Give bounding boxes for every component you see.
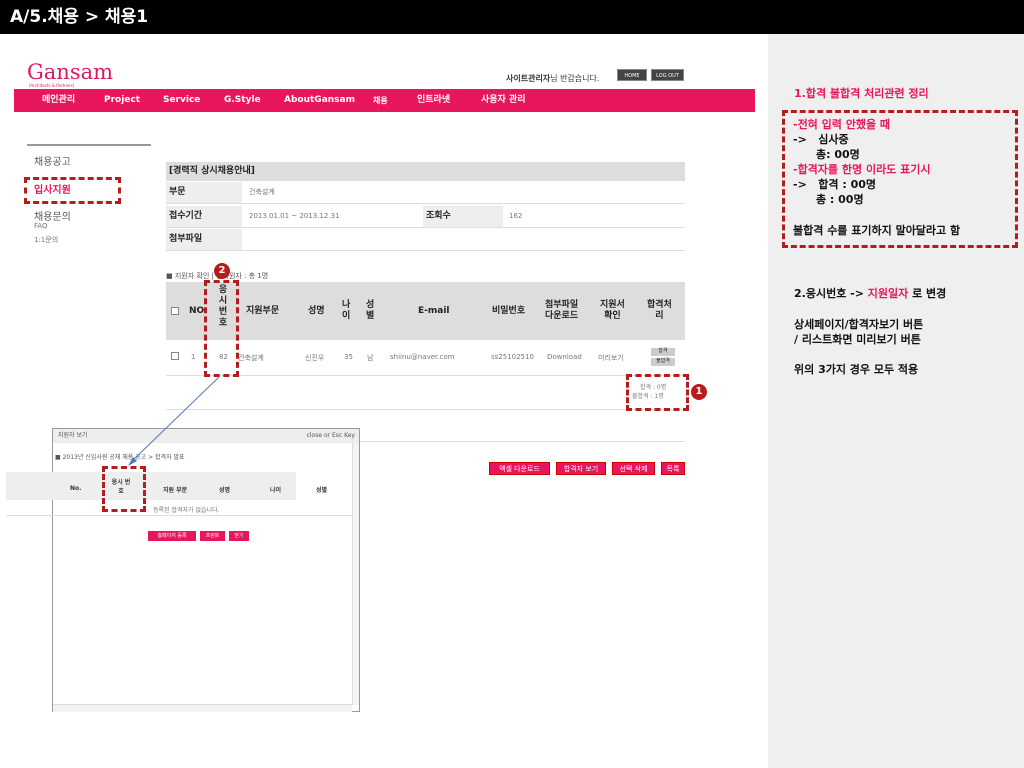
marker-1-icon: 1 <box>691 384 707 400</box>
note4: 위의 3가지 경우 모두 적용 <box>794 363 919 376</box>
note1-line6: 총 : 00명 <box>793 193 864 206</box>
note1-title: 1.합격 불합격 처리관련 정리 <box>794 87 929 100</box>
note2: 2.응시번호 -> 지원일자 로 변경 <box>794 286 946 301</box>
note2-suffix: 로 변경 <box>908 287 947 300</box>
note1-line1: -전혀 입력 안했을 때 <box>793 118 891 131</box>
note1-line4: -합격자를 한명 이라도 표기시 <box>793 163 931 176</box>
note1-line2: -> 심사중 <box>793 133 849 146</box>
marker-2-icon: 2 <box>214 263 230 279</box>
note1-line3: 총: 00명 <box>793 148 860 161</box>
note3-line1: 상세페이지/합격자보기 버튼 <box>794 318 924 331</box>
note2-highlight: 지원일자 <box>867 287 909 300</box>
note1-line5: -> 합격 : 00명 <box>793 178 876 191</box>
note2-prefix: 2.응시번호 -> <box>794 287 868 300</box>
note1-footer: 불합격 수를 표기하지 말아달라고 함 <box>793 224 961 237</box>
note3-line2: / 리스트화면 미리보기 버튼 <box>794 333 921 346</box>
